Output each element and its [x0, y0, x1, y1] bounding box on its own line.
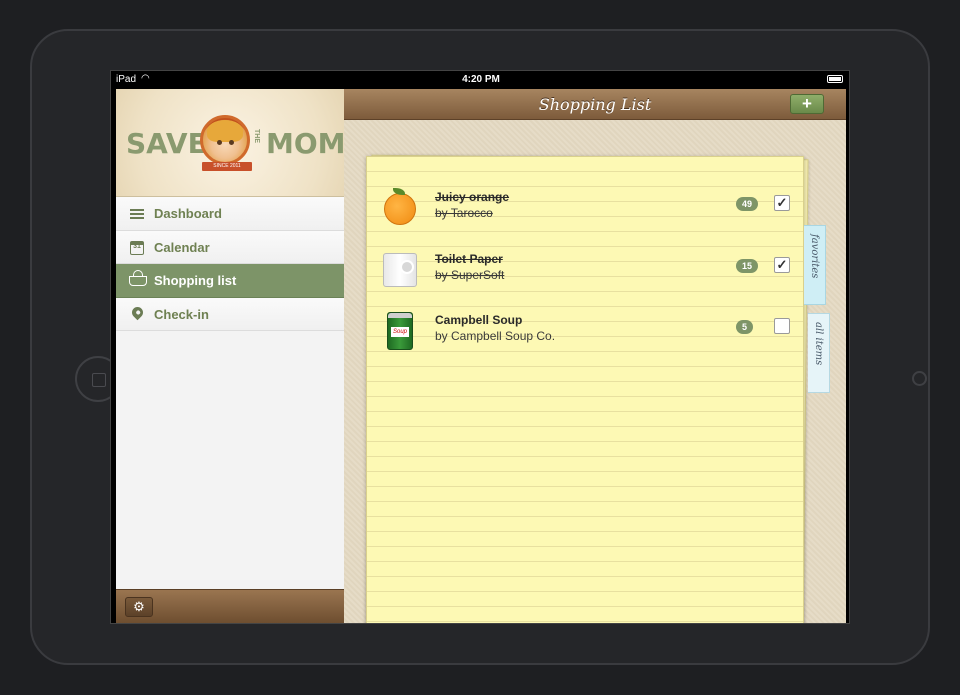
item-brand: by SuperSoft [435, 268, 505, 282]
paper-background: Juicy orange by Tarocco 49 ✓ Toilet Pape… [344, 120, 846, 623]
item-name: Campbell Soup [435, 313, 523, 327]
logo-ribbon: SINCE 2011 [202, 162, 252, 171]
shopping-list-paper: Juicy orange by Tarocco 49 ✓ Toilet Pape… [366, 156, 805, 623]
gear-icon: ⚙ [133, 599, 145, 614]
logo-word-the: THE [253, 129, 260, 143]
sidebar: SAVE SINCE 2011 THE MOM Dashboard 31 Cal… [116, 89, 346, 623]
sidebar-footer: ⚙ [116, 589, 344, 623]
toilet-paper-icon [381, 249, 419, 289]
item-name: Juicy orange [435, 190, 510, 204]
item-brand: by Campbell Soup Co. [435, 329, 556, 343]
item-count-badge: 5 [736, 320, 754, 334]
sidebar-item-dashboard[interactable]: Dashboard [116, 197, 344, 231]
logo-word-save: SAVE [126, 127, 207, 160]
item-count-badge: 15 [736, 259, 759, 273]
battery-icon [827, 75, 843, 83]
camera-icon [912, 371, 927, 386]
sidebar-item-label: Shopping list [154, 273, 237, 288]
list-item[interactable]: Juicy orange by Tarocco 49 ✓ [367, 181, 805, 231]
basket-icon [129, 270, 147, 289]
add-item-button[interactable]: + [790, 94, 824, 114]
calendar-icon: 31 [129, 240, 145, 256]
item-count-badge: 49 [736, 197, 759, 211]
soup-can-icon: Soup [381, 310, 419, 350]
item-checkbox[interactable]: ✓ [774, 195, 790, 211]
item-name: Toilet Paper [435, 252, 503, 266]
item-checkbox[interactable]: ✓ [774, 257, 790, 273]
app-logo: SAVE SINCE 2011 THE MOM [116, 89, 346, 197]
sidebar-item-shopping-list[interactable]: Shopping list [116, 264, 344, 298]
settings-button[interactable]: ⚙ [125, 597, 153, 617]
tab-label: all items [813, 322, 824, 366]
logo-word-mom: MOM [266, 127, 346, 160]
page-title: Shopping List [538, 95, 652, 114]
sidebar-item-label: Check-in [154, 306, 209, 322]
mom-face-icon [200, 115, 250, 165]
status-bar: iPad ◠ 4:20 PM [111, 71, 849, 89]
list-item[interactable]: Toilet Paper by SuperSoft 15 ✓ [367, 243, 805, 293]
sidebar-item-label: Calendar [154, 239, 210, 255]
nav-bar: Shopping List + [344, 89, 846, 120]
status-time: 4:20 PM [462, 74, 500, 85]
location-pin-icon [129, 304, 146, 323]
main-panel: Shopping List + Juicy orange by Tarocco … [344, 89, 846, 623]
tab-favorites[interactable]: favorites [804, 225, 826, 305]
item-checkbox[interactable] [774, 318, 790, 334]
home-square-icon [92, 373, 106, 387]
orange-icon [381, 187, 419, 227]
sidebar-menu: Dashboard 31 Calendar Shopping list Chec… [116, 197, 344, 331]
sidebar-item-calendar[interactable]: 31 Calendar [116, 230, 344, 264]
sidebar-item-label: Dashboard [154, 206, 222, 221]
list-item[interactable]: Soup Campbell Soup by Campbell Soup Co. … [367, 304, 805, 354]
screen: iPad ◠ 4:20 PM SAVE SINCE 2011 THE MOM D… [110, 70, 850, 624]
list-icon [129, 206, 145, 222]
item-brand: by Tarocco [435, 206, 493, 220]
sidebar-item-check-in[interactable]: Check-in [116, 297, 344, 331]
tab-label: favorites [809, 234, 820, 279]
tab-all-items[interactable]: all items [808, 313, 830, 393]
